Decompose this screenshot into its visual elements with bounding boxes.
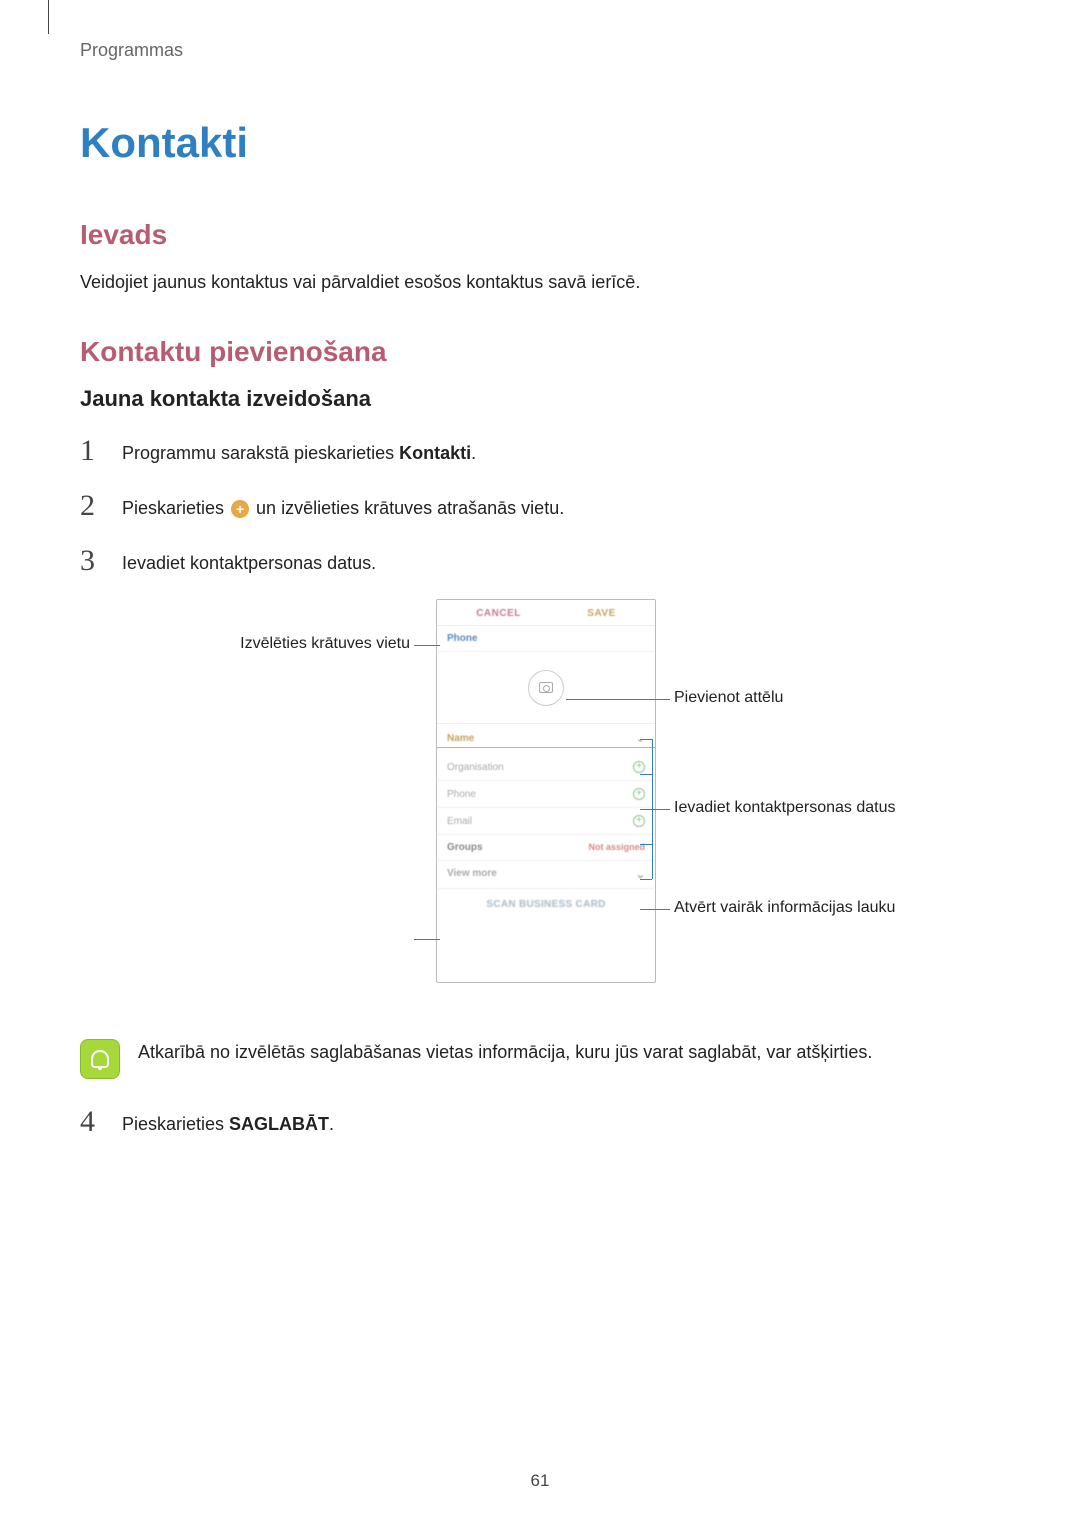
- step-1-bold: Kontakti: [399, 443, 471, 463]
- step-2-number: 2: [80, 489, 112, 522]
- step-1-suffix: .: [471, 443, 476, 463]
- storage-label: Phone: [447, 633, 478, 644]
- step-3: 3 Ievadiet kontaktpersonas datus.: [80, 544, 1000, 577]
- step-1-body: Programmu sarakstā pieskarieties Kontakt…: [122, 434, 476, 467]
- intro-body: Veidojiet jaunus kontaktus vai pārvaldie…: [80, 269, 1000, 296]
- callout-line: [652, 809, 670, 810]
- scan-card-button[interactable]: SCAN BUSINESS CARD: [437, 889, 655, 920]
- avatar-area: [437, 652, 655, 724]
- name-label: Name: [447, 733, 474, 744]
- step-2: 2 Pieskarieties + un izvēlieties krātuve…: [80, 489, 1000, 522]
- callout-more-fields: Atvērt vairāk informācijas lauku: [674, 899, 895, 917]
- step-2-suffix: un izvēlieties krātuves atrašanās vietu.: [251, 498, 564, 518]
- add-organisation-icon[interactable]: +: [633, 761, 645, 773]
- groups-row[interactable]: Groups Not assigned: [437, 835, 655, 861]
- step-3-body: Ievadiet kontaktpersonas datus.: [122, 544, 376, 577]
- phone-mock: CANCEL SAVE Phone Name ⌄ Organisation + …: [436, 599, 656, 983]
- add-heading: Kontaktu pievienošana: [80, 336, 1000, 368]
- step-4-suffix: .: [329, 1114, 334, 1134]
- contact-form-diagram: CANCEL SAVE Phone Name ⌄ Organisation + …: [80, 599, 1000, 1009]
- step-4-bold: SAGLABĀT: [229, 1114, 329, 1134]
- cancel-button[interactable]: CANCEL: [476, 608, 521, 619]
- organisation-label: Organisation: [447, 762, 504, 773]
- callout-line: [640, 909, 670, 910]
- step-4-prefix: Pieskarieties: [122, 1114, 229, 1134]
- groups-value: Not assigned: [588, 842, 645, 853]
- step-2-prefix: Pieskarieties: [122, 498, 229, 518]
- phone-label: Phone: [447, 789, 476, 800]
- phone-field[interactable]: Phone +: [437, 781, 655, 808]
- step-3-number: 3: [80, 544, 112, 577]
- callout-enter-data: Ievadiet kontaktpersonas datus: [674, 799, 895, 817]
- step-2-body: Pieskarieties + un izvēlieties krātuves …: [122, 489, 564, 522]
- callout-line: [640, 879, 652, 880]
- view-more-label: View more: [447, 868, 497, 881]
- note-box: Atkarībā no izvēlētās saglabāšanas vieta…: [80, 1039, 1000, 1079]
- callout-line: [640, 739, 652, 740]
- note-text: Atkarībā no izvēlētās saglabāšanas vieta…: [138, 1039, 872, 1066]
- step-4: 4 Pieskarieties SAGLABĀT.: [80, 1105, 1000, 1138]
- callout-add-image: Pievienot attēlu: [674, 689, 783, 707]
- add-phone-icon[interactable]: +: [633, 788, 645, 800]
- storage-row[interactable]: Phone: [437, 626, 655, 652]
- margin-rule: [48, 0, 49, 34]
- callout-line: [640, 844, 652, 845]
- step-4-body: Pieskarieties SAGLABĀT.: [122, 1105, 334, 1138]
- plus-icon: +: [231, 500, 249, 518]
- step-1: 1 Programmu sarakstā pieskarieties Konta…: [80, 434, 1000, 467]
- callout-line: [652, 739, 653, 879]
- intro-heading: Ievads: [80, 219, 1000, 251]
- callout-line: [566, 699, 670, 700]
- email-label: Email: [447, 816, 472, 827]
- page-number: 61: [0, 1471, 1080, 1491]
- add-subheading: Jauna kontakta izveidošana: [80, 386, 1000, 412]
- add-photo-button[interactable]: [528, 670, 564, 706]
- step-4-number: 4: [80, 1105, 112, 1138]
- camera-icon: [539, 682, 553, 693]
- callout-storage: Izvēlēties krātuves vietu: [160, 635, 410, 653]
- bell-icon: [91, 1050, 109, 1068]
- step-1-number: 1: [80, 434, 112, 467]
- view-more-row[interactable]: View more ⌄: [437, 861, 655, 889]
- phone-top-bar: CANCEL SAVE: [437, 600, 655, 626]
- callout-line: [414, 645, 440, 646]
- save-button[interactable]: SAVE: [587, 608, 616, 619]
- step-1-prefix: Programmu sarakstā pieskarieties: [122, 443, 399, 463]
- add-email-icon[interactable]: +: [633, 815, 645, 827]
- callout-line: [640, 774, 652, 775]
- breadcrumb: Programmas: [80, 40, 1000, 61]
- callout-line: [640, 809, 652, 810]
- page-title: Kontakti: [80, 119, 1000, 167]
- note-icon: [80, 1039, 120, 1079]
- groups-label: Groups: [447, 842, 483, 853]
- callout-line: [414, 939, 440, 940]
- email-field[interactable]: Email +: [437, 808, 655, 835]
- organisation-field[interactable]: Organisation +: [437, 754, 655, 781]
- name-field[interactable]: Name ⌄: [437, 724, 655, 748]
